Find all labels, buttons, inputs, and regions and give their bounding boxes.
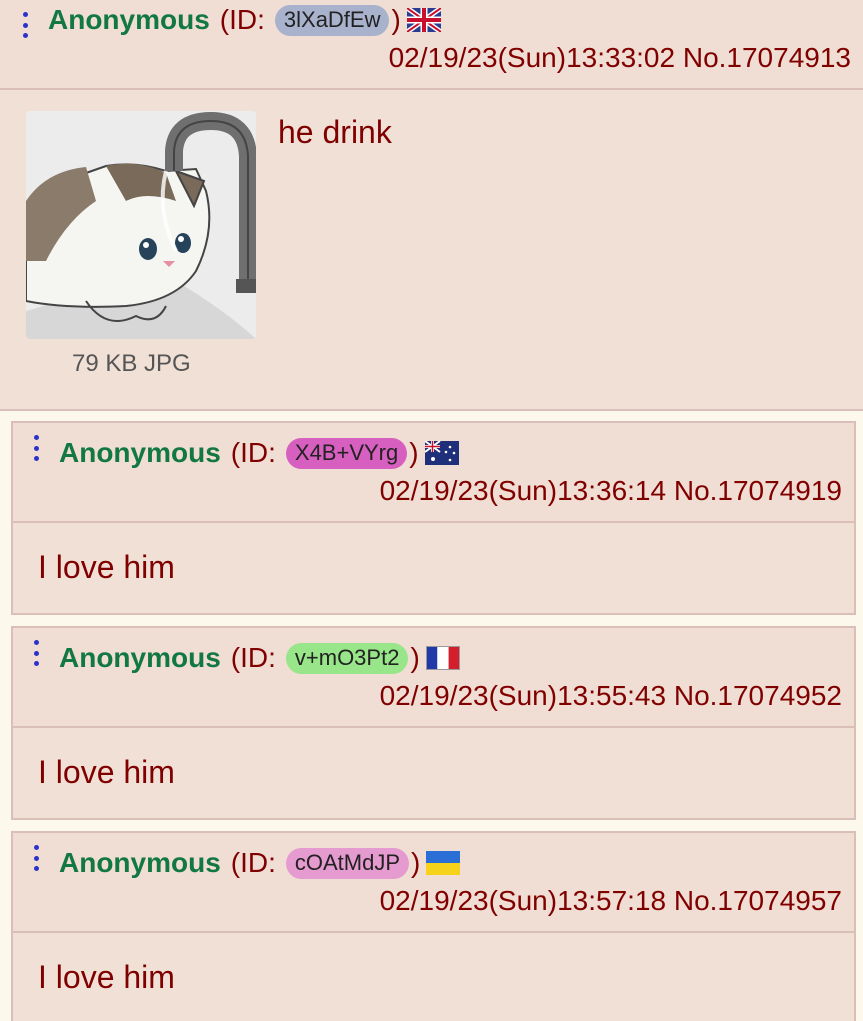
poster-name[interactable]: Anonymous — [59, 847, 221, 879]
uk-flag-icon — [406, 8, 441, 32]
post-header: Anonymous (ID: 3lXaDfEw ) 02/19/23(Sun)1… — [0, 0, 863, 90]
post-number[interactable]: No.17074957 — [674, 885, 842, 916]
post-name-line: Anonymous (ID: 3lXaDfEw ) — [48, 4, 441, 36]
op-post: Anonymous (ID: 3lXaDfEw ) 02/19/23(Sun)1… — [0, 0, 863, 411]
id-prefix: (ID: — [230, 847, 276, 878]
post-name-line: Anonymous (ID: X4B+VYrg ) — [59, 437, 459, 469]
id-suffix: ) — [391, 4, 401, 35]
post-date: 02/19/23(Sun)13:57:18 — [379, 885, 667, 916]
poster-id-badge[interactable]: X4B+VYrg — [285, 437, 408, 469]
australia-flag-icon — [424, 441, 459, 465]
poster-id-badge[interactable]: cOAtMdJP — [285, 847, 410, 879]
post-message: I love him — [38, 549, 175, 585]
post-name-line: Anonymous (ID: cOAtMdJP ) — [59, 847, 461, 879]
id-prefix: (ID: — [230, 437, 276, 468]
post-menu-icon[interactable] — [22, 12, 28, 38]
post-dateline: 02/19/23(Sun)13:57:18 No.17074957 — [380, 885, 842, 917]
post-date: 02/19/23(Sun)13:55:43 — [379, 680, 667, 711]
post-dateline: 02/19/23(Sun)13:36:14 No.17074919 — [380, 475, 842, 507]
post-number[interactable]: No.17074919 — [674, 475, 842, 506]
post-message: I love him — [38, 959, 175, 995]
post-menu-icon[interactable] — [33, 640, 39, 666]
id-prefix: (ID: — [230, 642, 276, 673]
post-thumbnail[interactable] — [26, 111, 256, 339]
reply-post: Anonymous (ID: X4B+VYrg ) 02/19/23(Sun)1… — [11, 421, 856, 615]
poster-name[interactable]: Anonymous — [59, 437, 221, 469]
post-date: 02/19/23(Sun)13:36:14 — [379, 475, 667, 506]
reply-post: Anonymous (ID: v+mO3Pt2 ) 02/19/23(Sun)1… — [11, 626, 856, 820]
reply-post: Anonymous (ID: cOAtMdJP ) 02/19/23(Sun)1… — [11, 831, 856, 1021]
post-number[interactable]: No.17074913 — [683, 42, 851, 73]
post-header: Anonymous (ID: cOAtMdJP ) 02/19/23(Sun)1… — [13, 833, 854, 933]
id-suffix: ) — [409, 437, 419, 468]
post-header: Anonymous (ID: v+mO3Pt2 ) 02/19/23(Sun)1… — [13, 628, 854, 728]
post-dateline: 02/19/23(Sun)13:55:43 No.17074952 — [380, 680, 842, 712]
post-dateline: 02/19/23(Sun)13:33:02 No.17074913 — [389, 42, 851, 74]
post-number[interactable]: No.17074952 — [674, 680, 842, 711]
file-info[interactable]: 79 KB JPG — [72, 350, 191, 378]
post-message: I love him — [38, 754, 175, 790]
post-menu-icon[interactable] — [33, 435, 39, 461]
poster-name[interactable]: Anonymous — [48, 4, 210, 36]
france-flag-icon — [425, 646, 460, 670]
post-menu-icon[interactable] — [33, 845, 39, 871]
poster-name[interactable]: Anonymous — [59, 642, 221, 674]
post-header: Anonymous (ID: X4B+VYrg ) 02/19/23(Sun)1… — [13, 423, 854, 523]
post-message: he drink — [278, 114, 392, 150]
id-suffix: ) — [411, 847, 421, 878]
post-date: 02/19/23(Sun)13:33:02 — [388, 42, 676, 73]
id-prefix: (ID: — [219, 4, 265, 35]
post-name-line: Anonymous (ID: v+mO3Pt2 ) — [59, 642, 460, 674]
poster-id-badge[interactable]: 3lXaDfEw — [274, 4, 390, 36]
ukraine-flag-icon — [426, 851, 461, 875]
poster-id-badge[interactable]: v+mO3Pt2 — [285, 642, 409, 674]
id-suffix: ) — [410, 642, 420, 673]
cat-drinking-image — [26, 111, 256, 339]
